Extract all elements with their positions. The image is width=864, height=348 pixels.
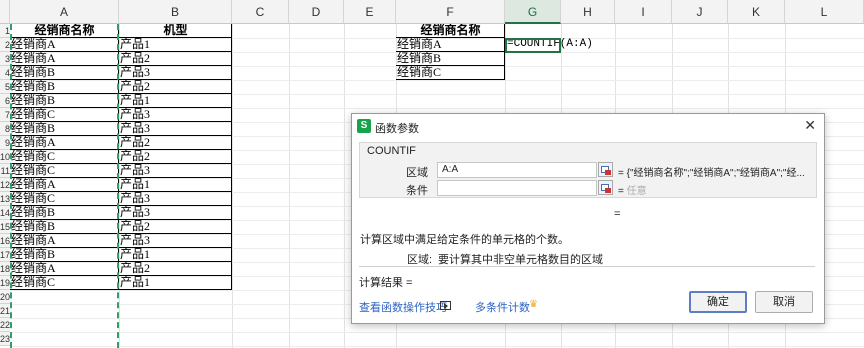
result-equals: = bbox=[614, 208, 621, 220]
cell-b[interactable]: 产品2 bbox=[119, 150, 232, 164]
cell-b[interactable]: 产品3 bbox=[119, 192, 232, 206]
cell-b[interactable]: 产品2 bbox=[119, 80, 232, 94]
column-header-g[interactable]: G bbox=[505, 0, 561, 24]
cell-f[interactable]: 经销商A bbox=[396, 38, 505, 52]
arguments-group: COUNTIF 区域 A:A = {"经销商名称";"经销商A";"经销商A";… bbox=[359, 142, 817, 198]
row-header[interactable]: 5 bbox=[0, 80, 10, 94]
row-header[interactable]: 16 bbox=[0, 234, 10, 248]
column-header-i[interactable]: I bbox=[615, 0, 672, 24]
range-label: 区域 bbox=[406, 167, 428, 179]
row-header[interactable]: 22 bbox=[0, 318, 10, 332]
cell-b[interactable]: 产品3 bbox=[119, 122, 232, 136]
criteria-label: 条件 bbox=[406, 185, 428, 197]
cell-b[interactable]: 产品3 bbox=[119, 206, 232, 220]
cell-f[interactable]: 经销商B bbox=[396, 52, 505, 66]
row-header[interactable]: 6 bbox=[0, 94, 10, 108]
crown-icon: ♛ bbox=[529, 299, 538, 310]
row-header[interactable]: 7 bbox=[0, 108, 10, 122]
grid-line bbox=[10, 346, 864, 347]
app-icon: S bbox=[357, 119, 371, 133]
row-header[interactable]: 9 bbox=[0, 136, 10, 150]
row-header[interactable]: 17 bbox=[0, 248, 10, 262]
row-header[interactable]: 18 bbox=[0, 262, 10, 276]
cell-b[interactable]: 产品1 bbox=[119, 248, 232, 262]
param-description: 要计算其中非空单元格数目的区域 bbox=[438, 254, 603, 266]
row-header[interactable]: 14 bbox=[0, 206, 10, 220]
cell-b[interactable]: 产品1 bbox=[119, 178, 232, 192]
row-header[interactable]: 15 bbox=[0, 220, 10, 234]
criteria-evaluated-value: = 任意 bbox=[618, 186, 647, 197]
grid-line bbox=[344, 24, 345, 348]
dialog-titlebar[interactable]: S 函数参数 ✕ bbox=[352, 114, 824, 138]
criteria-hint: 任意 bbox=[626, 186, 647, 197]
cell-f1[interactable]: 经销商名称 bbox=[396, 24, 505, 38]
row-header[interactable]: 20 bbox=[0, 290, 10, 304]
range-evaluated-value: = {"经销商名称";"经销商A";"经销商A";"经... bbox=[618, 168, 805, 179]
grid-line bbox=[289, 24, 290, 348]
cell-b[interactable]: 产品2 bbox=[119, 52, 232, 66]
column-header-f[interactable]: F bbox=[396, 0, 505, 24]
criteria-input[interactable] bbox=[437, 180, 597, 196]
active-cell-g2[interactable] bbox=[505, 38, 561, 53]
column-header-c[interactable]: C bbox=[232, 0, 289, 24]
function-arguments-dialog: S 函数参数 ✕ COUNTIF 区域 A:A = {"经销商名称";"经销商A… bbox=[351, 113, 825, 324]
grid-line bbox=[232, 24, 233, 348]
column-header-b[interactable]: B bbox=[119, 0, 232, 24]
row-header[interactable]: 11 bbox=[0, 164, 10, 178]
row-header[interactable]: 4 bbox=[0, 66, 10, 80]
copy-marquee bbox=[10, 24, 119, 348]
row-header[interactable]: 1 bbox=[0, 24, 10, 38]
criteria-ref-button[interactable] bbox=[598, 180, 613, 195]
multi-condition-link[interactable]: 多条件计数 bbox=[475, 299, 530, 315]
row-header[interactable]: 21 bbox=[0, 304, 10, 318]
select-all-corner[interactable] bbox=[0, 0, 10, 24]
cell-b[interactable]: 产品3 bbox=[119, 108, 232, 122]
row-header[interactable]: 8 bbox=[0, 122, 10, 136]
function-name: COUNTIF bbox=[367, 145, 416, 157]
cell-b[interactable]: 产品1 bbox=[119, 276, 232, 290]
function-description: 计算区域中满足给定条件的单元格的个数。 bbox=[360, 234, 569, 246]
cell-f[interactable]: 经销商C bbox=[396, 66, 505, 80]
column-header-j[interactable]: J bbox=[672, 0, 728, 24]
calc-result: 计算结果 = bbox=[359, 277, 413, 289]
cell-b[interactable]: 产品3 bbox=[119, 66, 232, 80]
column-header-d[interactable]: D bbox=[289, 0, 344, 24]
row-header[interactable]: 23 bbox=[0, 332, 10, 346]
column-header-k[interactable]: K bbox=[728, 0, 785, 24]
cell-b[interactable]: 产品2 bbox=[119, 220, 232, 234]
column-header-e[interactable]: E bbox=[344, 0, 396, 24]
param-desc-label: 区域: bbox=[407, 254, 433, 266]
video-icon[interactable] bbox=[440, 301, 451, 310]
ok-button[interactable]: 确定 bbox=[689, 291, 747, 313]
close-icon[interactable]: ✕ bbox=[804, 117, 816, 133]
cancel-button[interactable]: 取消 bbox=[755, 291, 813, 313]
range-ref-button[interactable] bbox=[598, 162, 613, 177]
dialog-title: 函数参数 bbox=[375, 123, 419, 135]
row-header[interactable]: 2 bbox=[0, 38, 10, 52]
column-header-l[interactable]: L bbox=[785, 0, 864, 24]
cell-b[interactable]: 产品3 bbox=[119, 164, 232, 178]
row-header[interactable]: 10 bbox=[0, 150, 10, 164]
column-header-a[interactable]: A bbox=[10, 0, 119, 24]
cell-b[interactable]: 产品1 bbox=[119, 38, 232, 52]
cell-b[interactable]: 产品3 bbox=[119, 234, 232, 248]
column-header-h[interactable]: H bbox=[561, 0, 615, 24]
grid-line bbox=[10, 332, 864, 333]
row-header[interactable]: 13 bbox=[0, 192, 10, 206]
range-input[interactable]: A:A bbox=[437, 162, 597, 178]
help-link[interactable]: 查看函数操作技巧 bbox=[359, 299, 447, 315]
cell-b[interactable]: 产品2 bbox=[119, 136, 232, 150]
row-header[interactable]: 12 bbox=[0, 178, 10, 192]
cell-b[interactable]: 产品2 bbox=[119, 262, 232, 276]
row-header[interactable]: 3 bbox=[0, 52, 10, 66]
cell-b[interactable]: 产品1 bbox=[119, 94, 232, 108]
row-header[interactable]: 19 bbox=[0, 276, 10, 290]
divider bbox=[359, 266, 815, 267]
cell-b1[interactable]: 机型 bbox=[119, 24, 232, 38]
